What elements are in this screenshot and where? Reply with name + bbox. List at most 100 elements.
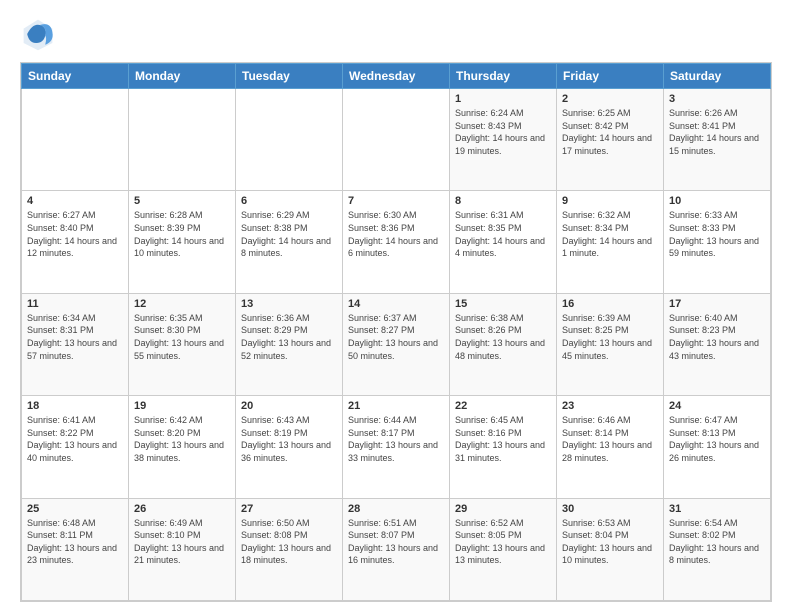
day-number: 8 (455, 195, 551, 207)
day-cell: 4 Sunrise: 6:27 AM Sunset: 8:40 PM Daylig… (22, 191, 129, 293)
day-info: Sunrise: 6:42 AM Sunset: 8:20 PM Dayligh… (134, 414, 230, 464)
day-info: Sunrise: 6:36 AM Sunset: 8:29 PM Dayligh… (241, 312, 337, 362)
day-header: Tuesday (236, 64, 343, 89)
day-info: Sunrise: 6:38 AM Sunset: 8:26 PM Dayligh… (455, 312, 551, 362)
day-info: Sunrise: 6:51 AM Sunset: 8:07 PM Dayligh… (348, 517, 444, 567)
day-cell: 7Sunrise: 6:30 AM Sunset: 8:36 PM Daylig… (343, 191, 450, 293)
day-cell: 25 Sunrise: 6:48 AM Sunset: 8:11 PM Dayli… (22, 498, 129, 600)
day-info: Sunrise: 6:37 AM Sunset: 8:27 PM Dayligh… (348, 312, 444, 362)
day-info: Sunrise: 6:24 AM Sunset: 8:43 PM Dayligh… (455, 107, 551, 157)
day-number: 23 (562, 400, 658, 412)
day-header: Saturday (664, 64, 771, 89)
page: SundayMondayTuesdayWednesdayThursdayFrid… (0, 0, 792, 612)
header-row: SundayMondayTuesdayWednesdayThursdayFrid… (22, 64, 771, 89)
day-info: Sunrise: 6:25 AM Sunset: 8:42 PM Dayligh… (562, 107, 658, 157)
day-info: Sunrise: 6:26 AM Sunset: 8:41 PM Dayligh… (669, 107, 765, 157)
day-number: 31 (669, 503, 765, 515)
day-cell: 5 Sunrise: 6:28 AM Sunset: 8:39 PM Daylig… (129, 191, 236, 293)
day-cell: 3Sunrise: 6:26 AM Sunset: 8:41 PM Daylig… (664, 89, 771, 191)
day-cell: 31Sunrise: 6:54 AM Sunset: 8:02 PM Dayli… (664, 498, 771, 600)
day-number: 10 (669, 195, 765, 207)
day-number: 30 (562, 503, 658, 515)
day-number: 27 (241, 503, 337, 515)
day-cell: 1 Sunrise: 6:24 AM Sunset: 8:43 PM Daylig… (450, 89, 557, 191)
day-info: Sunrise: 6:49 AM Sunset: 8:10 PM Dayligh… (134, 517, 230, 567)
day-number: 26 (134, 503, 230, 515)
calendar-table: SundayMondayTuesdayWednesdayThursdayFrid… (21, 63, 771, 601)
day-cell: 22 Sunrise: 6:45 AM Sunset: 8:16 PM Dayli… (450, 396, 557, 498)
day-header: Friday (557, 64, 664, 89)
day-number: 18 (27, 400, 123, 412)
calendar: SundayMondayTuesdayWednesdayThursdayFrid… (20, 62, 772, 602)
day-info: Sunrise: 6:33 AM Sunset: 8:33 PM Dayligh… (669, 209, 765, 259)
day-cell: 14 Sunrise: 6:37 AM Sunset: 8:27 PM Dayli… (343, 293, 450, 395)
week-row: 11 Sunrise: 6:34 AM Sunset: 8:31 PM Dayli… (22, 293, 771, 395)
day-cell: 27 Sunrise: 6:50 AM Sunset: 8:08 PM Dayli… (236, 498, 343, 600)
day-info: Sunrise: 6:35 AM Sunset: 8:30 PM Dayligh… (134, 312, 230, 362)
day-cell: 11 Sunrise: 6:34 AM Sunset: 8:31 PM Dayli… (22, 293, 129, 395)
week-row: 18 Sunrise: 6:41 AM Sunset: 8:22 PM Dayli… (22, 396, 771, 498)
day-number: 2 (562, 93, 658, 105)
day-cell: 12 Sunrise: 6:35 AM Sunset: 8:30 PM Dayli… (129, 293, 236, 395)
day-cell: 10 Sunrise: 6:33 AM Sunset: 8:33 PM Dayli… (664, 191, 771, 293)
day-number: 20 (241, 400, 337, 412)
calendar-header: SundayMondayTuesdayWednesdayThursdayFrid… (22, 64, 771, 89)
day-cell: 15 Sunrise: 6:38 AM Sunset: 8:26 PM Dayli… (450, 293, 557, 395)
week-row: 1 Sunrise: 6:24 AM Sunset: 8:43 PM Daylig… (22, 89, 771, 191)
week-row: 25 Sunrise: 6:48 AM Sunset: 8:11 PM Dayli… (22, 498, 771, 600)
day-cell (236, 89, 343, 191)
day-cell: 30Sunrise: 6:53 AM Sunset: 8:04 PM Dayli… (557, 498, 664, 600)
day-cell: 9Sunrise: 6:32 AM Sunset: 8:34 PM Daylig… (557, 191, 664, 293)
day-cell (129, 89, 236, 191)
day-info: Sunrise: 6:45 AM Sunset: 8:16 PM Dayligh… (455, 414, 551, 464)
day-info: Sunrise: 6:40 AM Sunset: 8:23 PM Dayligh… (669, 312, 765, 362)
day-cell: 19Sunrise: 6:42 AM Sunset: 8:20 PM Dayli… (129, 396, 236, 498)
day-cell: 28Sunrise: 6:51 AM Sunset: 8:07 PM Dayli… (343, 498, 450, 600)
day-cell: 18 Sunrise: 6:41 AM Sunset: 8:22 PM Dayli… (22, 396, 129, 498)
day-info: Sunrise: 6:43 AM Sunset: 8:19 PM Dayligh… (241, 414, 337, 464)
day-info: Sunrise: 6:39 AM Sunset: 8:25 PM Dayligh… (562, 312, 658, 362)
day-cell: 6Sunrise: 6:29 AM Sunset: 8:38 PM Daylig… (236, 191, 343, 293)
day-number: 22 (455, 400, 551, 412)
day-info: Sunrise: 6:28 AM Sunset: 8:39 PM Dayligh… (134, 209, 230, 259)
day-info: Sunrise: 6:34 AM Sunset: 8:31 PM Dayligh… (27, 312, 123, 362)
day-number: 15 (455, 298, 551, 310)
day-number: 5 (134, 195, 230, 207)
day-info: Sunrise: 6:27 AM Sunset: 8:40 PM Dayligh… (27, 209, 123, 259)
day-number: 9 (562, 195, 658, 207)
day-cell: 21Sunrise: 6:44 AM Sunset: 8:17 PM Dayli… (343, 396, 450, 498)
day-header: Thursday (450, 64, 557, 89)
day-info: Sunrise: 6:52 AM Sunset: 8:05 PM Dayligh… (455, 517, 551, 567)
day-number: 25 (27, 503, 123, 515)
day-cell: 24Sunrise: 6:47 AM Sunset: 8:13 PM Dayli… (664, 396, 771, 498)
day-info: Sunrise: 6:31 AM Sunset: 8:35 PM Dayligh… (455, 209, 551, 259)
day-info: Sunrise: 6:41 AM Sunset: 8:22 PM Dayligh… (27, 414, 123, 464)
day-cell: 8 Sunrise: 6:31 AM Sunset: 8:35 PM Daylig… (450, 191, 557, 293)
day-number: 4 (27, 195, 123, 207)
day-cell: 16 Sunrise: 6:39 AM Sunset: 8:25 PM Dayli… (557, 293, 664, 395)
day-number: 14 (348, 298, 444, 310)
day-cell (343, 89, 450, 191)
day-info: Sunrise: 6:50 AM Sunset: 8:08 PM Dayligh… (241, 517, 337, 567)
logo (20, 16, 60, 52)
day-info: Sunrise: 6:30 AM Sunset: 8:36 PM Dayligh… (348, 209, 444, 259)
week-row: 4 Sunrise: 6:27 AM Sunset: 8:40 PM Daylig… (22, 191, 771, 293)
day-info: Sunrise: 6:48 AM Sunset: 8:11 PM Dayligh… (27, 517, 123, 567)
day-cell: 13Sunrise: 6:36 AM Sunset: 8:29 PM Dayli… (236, 293, 343, 395)
day-info: Sunrise: 6:29 AM Sunset: 8:38 PM Dayligh… (241, 209, 337, 259)
day-number: 29 (455, 503, 551, 515)
day-number: 24 (669, 400, 765, 412)
day-info: Sunrise: 6:44 AM Sunset: 8:17 PM Dayligh… (348, 414, 444, 464)
day-number: 12 (134, 298, 230, 310)
day-header: Monday (129, 64, 236, 89)
day-number: 16 (562, 298, 658, 310)
day-header: Sunday (22, 64, 129, 89)
day-number: 11 (27, 298, 123, 310)
day-cell: 20 Sunrise: 6:43 AM Sunset: 8:19 PM Dayli… (236, 396, 343, 498)
header (20, 16, 772, 52)
day-number: 17 (669, 298, 765, 310)
day-number: 1 (455, 93, 551, 105)
day-cell: 29 Sunrise: 6:52 AM Sunset: 8:05 PM Dayli… (450, 498, 557, 600)
day-header: Wednesday (343, 64, 450, 89)
logo-icon (20, 16, 56, 52)
